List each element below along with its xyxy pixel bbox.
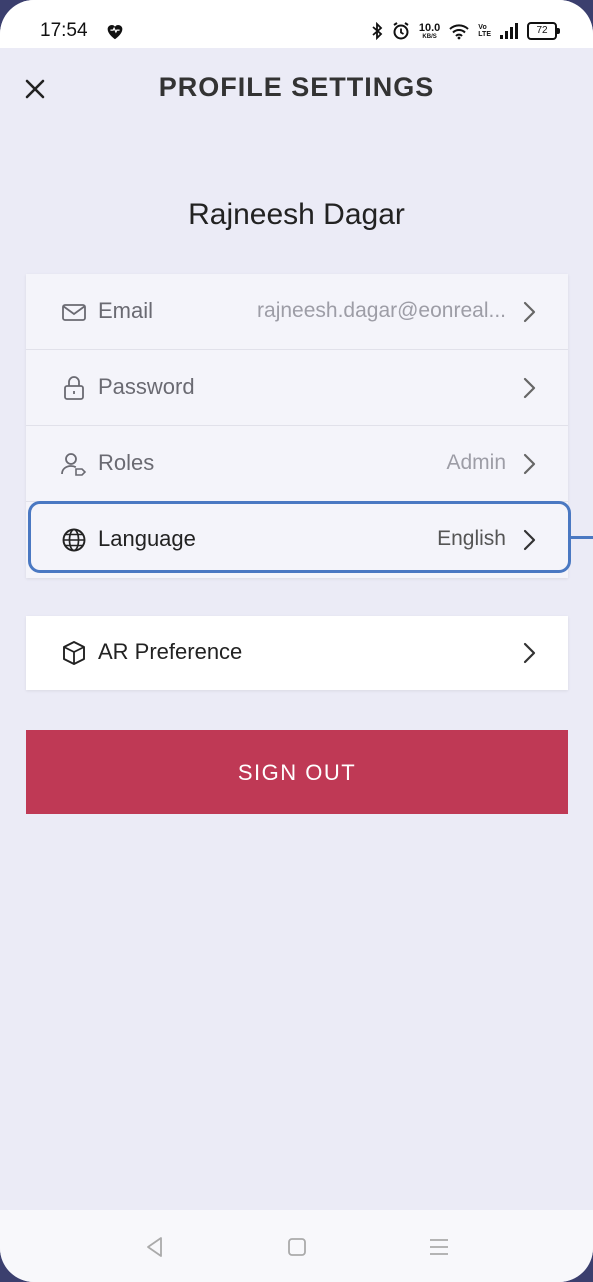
menu-icon[interactable] (426, 1234, 452, 1260)
language-label: Language (98, 526, 196, 551)
password-label: Password (98, 374, 195, 399)
battery-indicator: 72 (527, 22, 560, 40)
email-value: rajneesh.dagar@eonreal... (257, 299, 506, 322)
status-icons: 10.0 KB/S Vo LTE 72 (371, 18, 560, 44)
sign-out-button[interactable]: SIGN OUT (26, 730, 568, 814)
alarm-icon (393, 22, 409, 40)
settings-row-roles[interactable]: Roles Admin (26, 426, 568, 502)
settings-row-language[interactable]: Language English (26, 502, 568, 578)
lock-icon (64, 376, 84, 400)
bluetooth-icon (372, 22, 383, 40)
wifi-icon (449, 24, 469, 40)
globe-icon (62, 528, 86, 552)
network-speed: 10.0 KB/S (418, 21, 441, 40)
settings-row-ar-preference[interactable]: AR Preference (26, 616, 568, 690)
email-label: Email (98, 298, 154, 323)
settings-row-password[interactable]: Password (26, 350, 568, 426)
ar-preference-label: AR Preference (98, 639, 243, 664)
user-tag-icon (61, 453, 87, 476)
system-navigation-bar (0, 1210, 593, 1282)
signal-icon (500, 23, 518, 39)
roles-label: Roles (98, 450, 155, 475)
back-icon[interactable] (142, 1234, 168, 1260)
volte-indicator: Vo LTE (478, 24, 491, 38)
status-bar: 17:54 10.0 KB/S Vo LTE 72 (0, 0, 593, 48)
user-name: Rajneesh Dagar (188, 198, 405, 231)
cube-icon (63, 641, 85, 665)
roles-value: Admin (446, 451, 506, 474)
chevron-right-icon (523, 301, 536, 323)
status-time: 17:54 (40, 20, 88, 41)
account-settings-card: Email rajneesh.dagar@eonreal... Password (26, 274, 568, 578)
settings-row-email[interactable]: Email rajneesh.dagar@eonreal... (26, 274, 568, 350)
home-icon[interactable] (284, 1234, 310, 1260)
language-value: English (437, 527, 506, 550)
ar-settings-card: AR Preference (26, 616, 568, 690)
chevron-right-icon (523, 642, 536, 664)
chevron-right-icon (523, 529, 536, 551)
chevron-right-icon (523, 377, 536, 399)
heart-icon (107, 25, 123, 40)
chevron-right-icon (523, 453, 536, 475)
highlight-connector-line (571, 536, 593, 539)
page-title: PROFILE SETTINGS (158, 72, 435, 102)
phone-screen: 17:54 10.0 KB/S Vo LTE 72 PROFILE SETTIN… (0, 0, 593, 1282)
envelope-icon (62, 304, 86, 321)
